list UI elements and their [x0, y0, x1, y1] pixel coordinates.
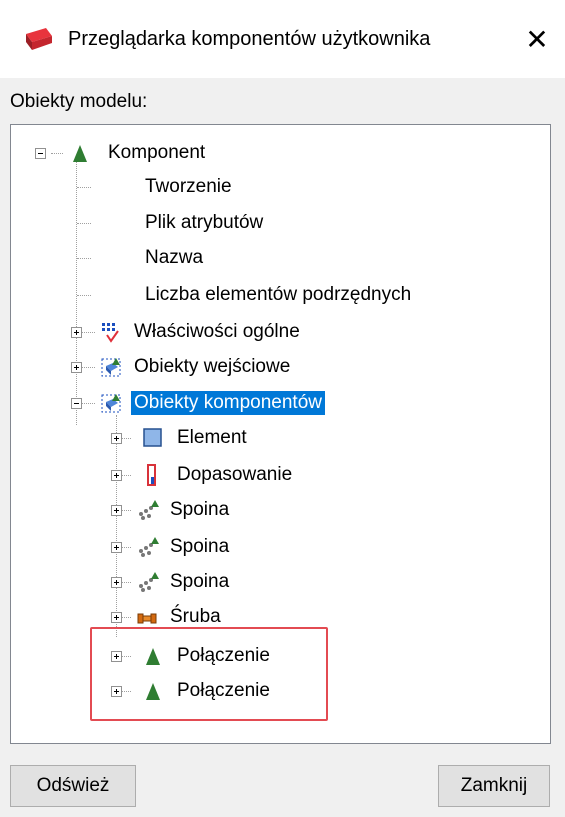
refresh-button[interactable]: Odśwież [10, 765, 136, 807]
expander-icon[interactable] [71, 362, 82, 373]
model-objects-label: Obiekty modelu: [10, 91, 148, 112]
fitting-icon [147, 464, 156, 486]
component-objects-icon [101, 394, 121, 413]
tree-item-weld[interactable]: Spoina [135, 530, 232, 564]
tree-item-label: Komponent [108, 142, 206, 163]
tree-item-weld[interactable]: Spoina [135, 493, 232, 527]
weld-icon [139, 537, 159, 557]
expander-icon[interactable] [111, 577, 122, 588]
expander-icon[interactable] [71, 327, 82, 338]
tree-item-component-objects[interactable]: Obiekty komponentów [99, 386, 325, 420]
title-bar: Przeglądarka komponentów użytkownika ✕ [0, 0, 565, 78]
expander-icon[interactable] [111, 505, 122, 516]
close-icon[interactable]: ✕ [509, 0, 565, 78]
tree-item-general-properties[interactable]: Właściwości ogólne [99, 315, 303, 349]
tree-item-label: Spoina [170, 536, 230, 557]
tree-item-input-objects[interactable]: Obiekty wejściowe [99, 350, 293, 384]
component-icon [73, 145, 87, 162]
tree-item-label: Właściwości ogólne [134, 321, 300, 342]
tree-item-label: Nazwa [145, 247, 204, 268]
tree-item-fitting[interactable]: Dopasowanie [142, 458, 295, 492]
tree-item-label: Tworzenie [145, 176, 232, 197]
expander-icon[interactable] [111, 542, 122, 553]
expander-icon[interactable] [111, 433, 122, 444]
tree-item-weld[interactable]: Spoina [135, 565, 232, 599]
expander-icon[interactable] [35, 148, 46, 159]
tree-item-label: Obiekty wejściowe [134, 356, 291, 377]
tree-item-property[interactable]: Liczba elementów podrzędnych [142, 278, 414, 312]
expander-icon[interactable] [111, 470, 122, 481]
tree-item-label: Element [177, 427, 247, 448]
tree-item-label: Śruba [170, 606, 221, 627]
tree-item-label: Obiekty komponentów [131, 391, 325, 415]
tree-item-property[interactable]: Tworzenie [142, 170, 235, 204]
bolt-icon [137, 613, 157, 624]
tree-item-part[interactable]: Element [142, 421, 250, 455]
part-icon [143, 428, 162, 447]
tree-item-property[interactable]: Nazwa [142, 241, 206, 275]
tree-item-property[interactable]: Plik atrybutów [142, 206, 266, 240]
weld-icon [139, 572, 159, 592]
tree-item-component[interactable]: Komponent [69, 136, 208, 170]
expander-icon[interactable] [111, 612, 122, 623]
general-properties-icon [102, 323, 119, 343]
expander-icon[interactable] [71, 398, 82, 409]
tree-item-label: Spoina [170, 499, 230, 520]
input-objects-icon [101, 358, 121, 377]
window-app-icon [26, 28, 52, 50]
component-browser-window: Przeglądarka komponentów użytkownika ✕ O… [0, 0, 565, 817]
tree-item-label: Plik atrybutów [145, 212, 264, 233]
tree-item-label: Liczba elementów podrzędnych [145, 284, 412, 305]
close-button[interactable]: Zamknij [438, 765, 550, 807]
weld-icon [139, 500, 159, 520]
tree-item-label: Dopasowanie [177, 464, 293, 485]
window-title: Przeglądarka komponentów użytkownika [68, 28, 431, 50]
highlight-box [90, 627, 328, 721]
tree-item-label: Spoina [170, 571, 230, 592]
